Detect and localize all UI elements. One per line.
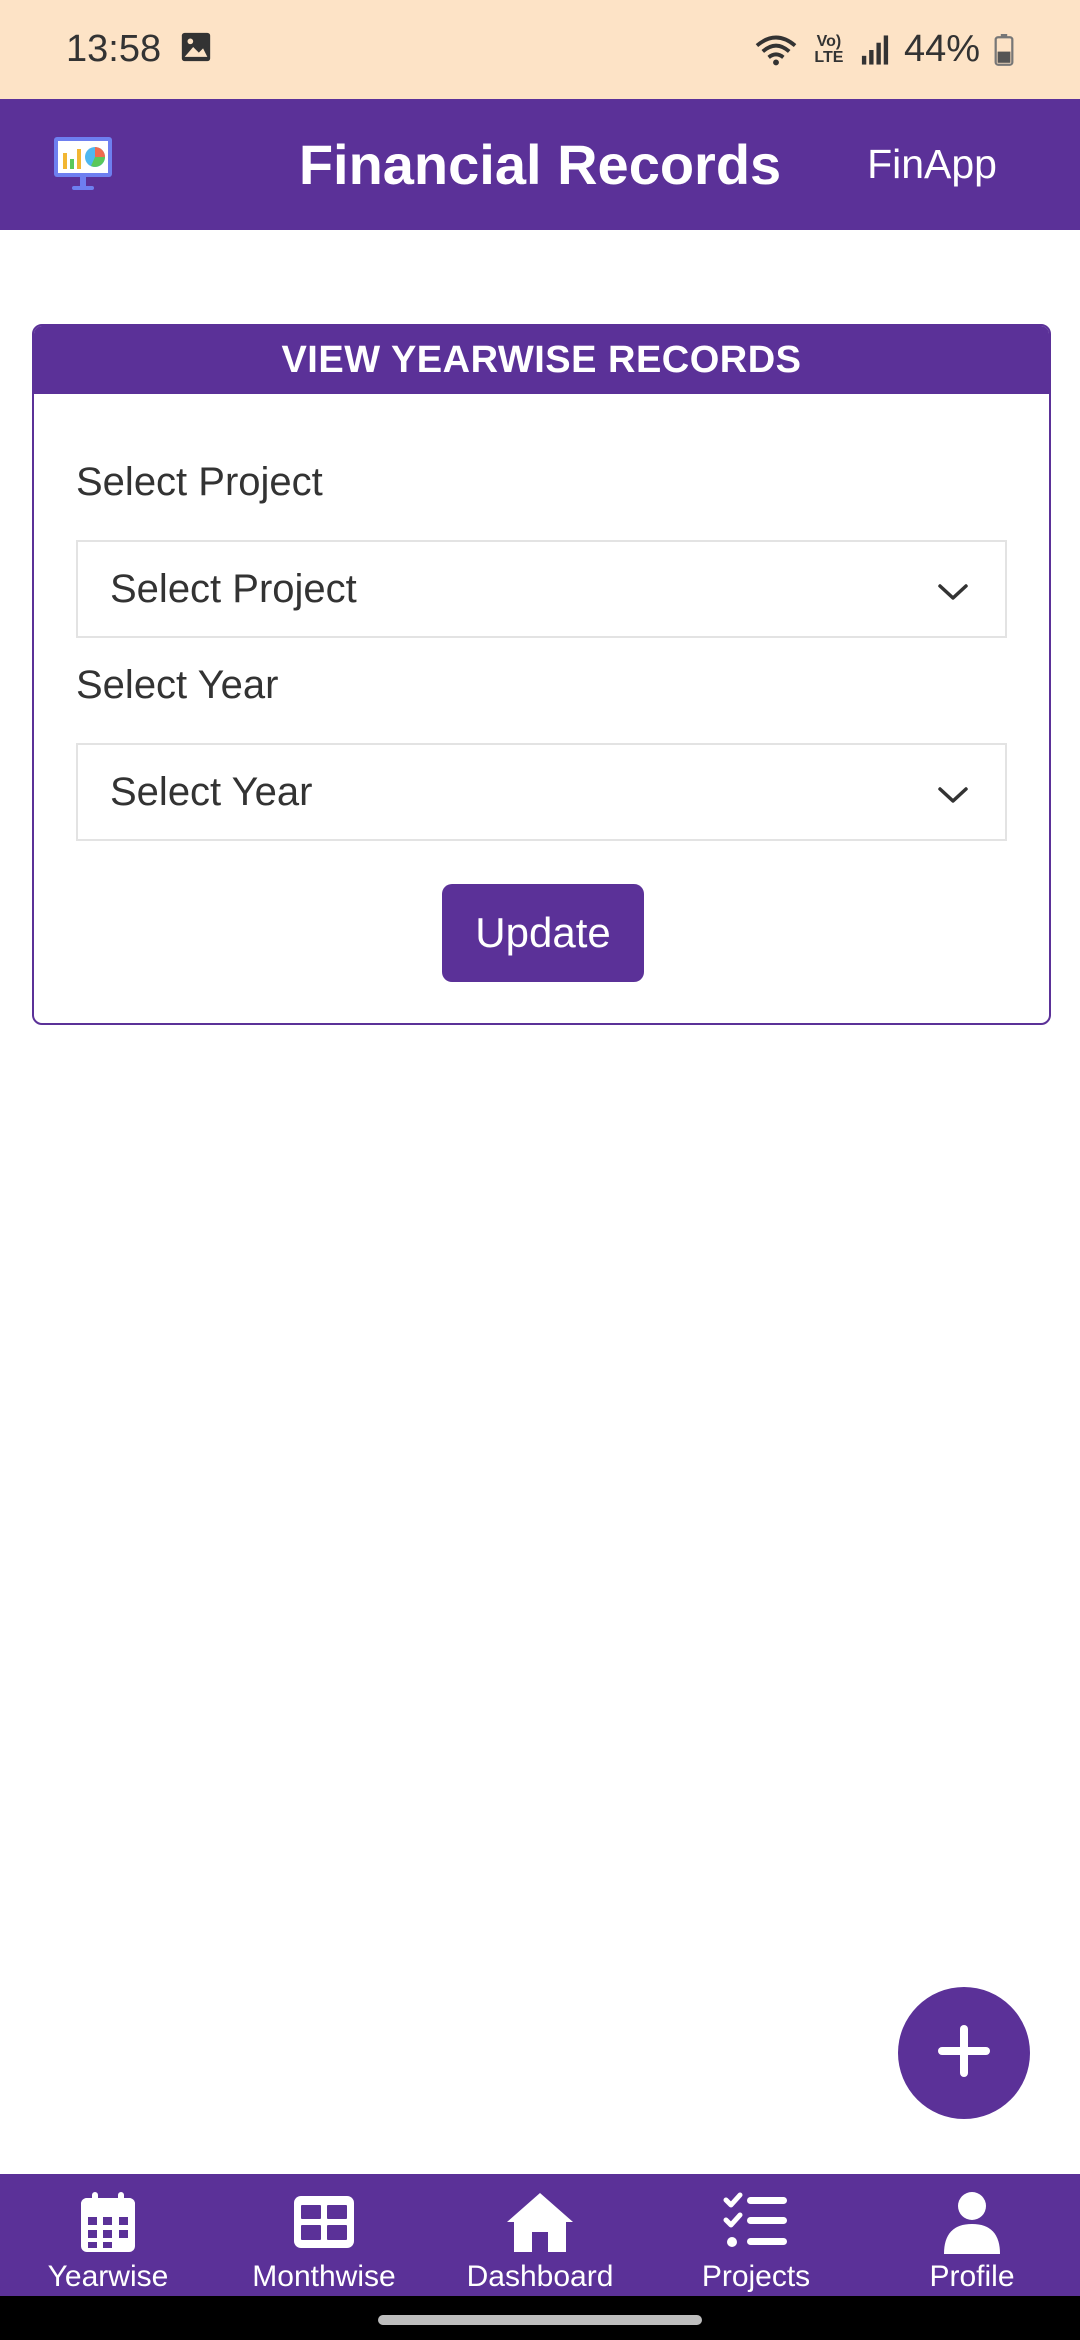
- nav-label-monthwise: Monthwise: [252, 2260, 396, 2293]
- year-select[interactable]: Select Year: [76, 743, 1007, 841]
- update-button[interactable]: Update: [442, 884, 644, 982]
- status-left: 13:58: [66, 28, 213, 71]
- status-bar: 13:58 Vo) LTE 44%: [0, 0, 1080, 99]
- volte-icon: Vo) LTE: [812, 32, 846, 66]
- user-icon: [942, 2190, 1002, 2254]
- battery-icon: [994, 33, 1014, 66]
- chevron-down-icon: [937, 770, 969, 815]
- year-select-value: Select Year: [110, 769, 313, 814]
- gallery-icon: [179, 30, 213, 69]
- add-record-button[interactable]: [898, 1987, 1030, 2119]
- card-header: VIEW YEARWISE RECORDS: [34, 326, 1049, 394]
- chevron-down-icon: [937, 567, 969, 612]
- gesture-handle[interactable]: [378, 2315, 702, 2325]
- checklist-icon: [723, 2190, 789, 2254]
- network-label: Vo) LTE: [814, 32, 844, 66]
- nav-label-yearwise: Yearwise: [47, 2260, 169, 2293]
- nav-item-profile[interactable]: Profile: [864, 2174, 1080, 2296]
- wifi-icon: [754, 33, 798, 67]
- nav-item-monthwise[interactable]: Monthwise: [216, 2174, 432, 2296]
- nav-label-projects: Projects: [701, 2260, 811, 2293]
- project-select-value: Select Project: [110, 566, 357, 611]
- table-icon: [292, 2190, 356, 2254]
- app-bar: Financial Records FinApp: [0, 99, 1080, 230]
- nav-item-yearwise[interactable]: Yearwise: [0, 2174, 216, 2296]
- nav-label-profile: Profile: [929, 2260, 1015, 2293]
- calendar-icon: [79, 2190, 137, 2254]
- year-label: Select Year: [76, 663, 279, 707]
- gesture-area: [0, 2296, 1080, 2340]
- status-time: 13:58: [66, 28, 162, 70]
- nav-label-dashboard: Dashboard: [466, 2260, 614, 2293]
- nav-item-projects[interactable]: Projects: [648, 2174, 864, 2296]
- plus-icon: [936, 2023, 992, 2084]
- home-icon: [504, 2190, 576, 2254]
- project-label: Select Project: [76, 460, 323, 504]
- signal-icon: [860, 34, 890, 66]
- battery-percent: 44%: [903, 28, 980, 70]
- app-brand[interactable]: FinApp: [867, 99, 997, 230]
- yearwise-records-card: VIEW YEARWISE RECORDS Select Project Sel…: [32, 324, 1051, 1025]
- bottom-nav: Yearwise Monthwise Dashboard Projects Pr…: [0, 2174, 1080, 2296]
- status-right: Vo) LTE 44%: [754, 28, 1014, 71]
- project-select[interactable]: Select Project: [76, 540, 1007, 638]
- app-screen: 13:58 Vo) LTE 44% Financial Records FinA…: [0, 0, 1080, 2340]
- nav-item-dashboard[interactable]: Dashboard: [432, 2174, 648, 2296]
